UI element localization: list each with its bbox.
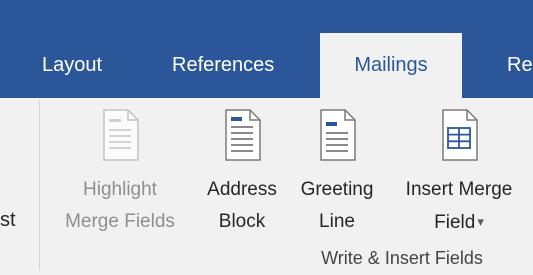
group-separator bbox=[39, 101, 40, 270]
greeting-line-button[interactable]: Greeting Line bbox=[289, 108, 385, 232]
address-block-label: Address Block bbox=[207, 179, 277, 232]
title-bar-band bbox=[0, 0, 533, 33]
insert-merge-field-button[interactable]: Insert Merge Field ▾ bbox=[388, 108, 530, 233]
ribbon-panel: st Highlight Merge Fields Address Block … bbox=[0, 98, 533, 275]
address-block-button[interactable]: Address Block bbox=[196, 108, 288, 232]
tab-layout[interactable]: Layout bbox=[42, 33, 102, 98]
previous-group-cut-label: st bbox=[0, 209, 16, 231]
ribbon-tab-bar: Layout References Mailings Rev bbox=[0, 33, 533, 98]
greeting-line-icon bbox=[320, 109, 356, 161]
highlight-merge-fields-label: Highlight Merge Fields bbox=[65, 179, 175, 232]
insert-merge-field-icon bbox=[442, 109, 478, 161]
tab-references[interactable]: References bbox=[172, 33, 274, 98]
address-block-icon bbox=[225, 109, 261, 161]
group-label-write-insert-fields: Write & Insert Fields bbox=[321, 248, 483, 268]
highlight-merge-fields-button[interactable]: Highlight Merge Fields bbox=[52, 108, 188, 232]
greeting-line-label: Greeting Line bbox=[300, 179, 374, 232]
tab-review[interactable]: Rev bbox=[507, 33, 533, 98]
insert-merge-field-label: Insert Merge Field ▾ bbox=[405, 179, 513, 233]
highlight-merge-fields-icon bbox=[103, 109, 139, 161]
tab-mailings[interactable]: Mailings bbox=[320, 33, 462, 98]
dropdown-arrow-icon[interactable]: ▾ bbox=[477, 214, 484, 229]
